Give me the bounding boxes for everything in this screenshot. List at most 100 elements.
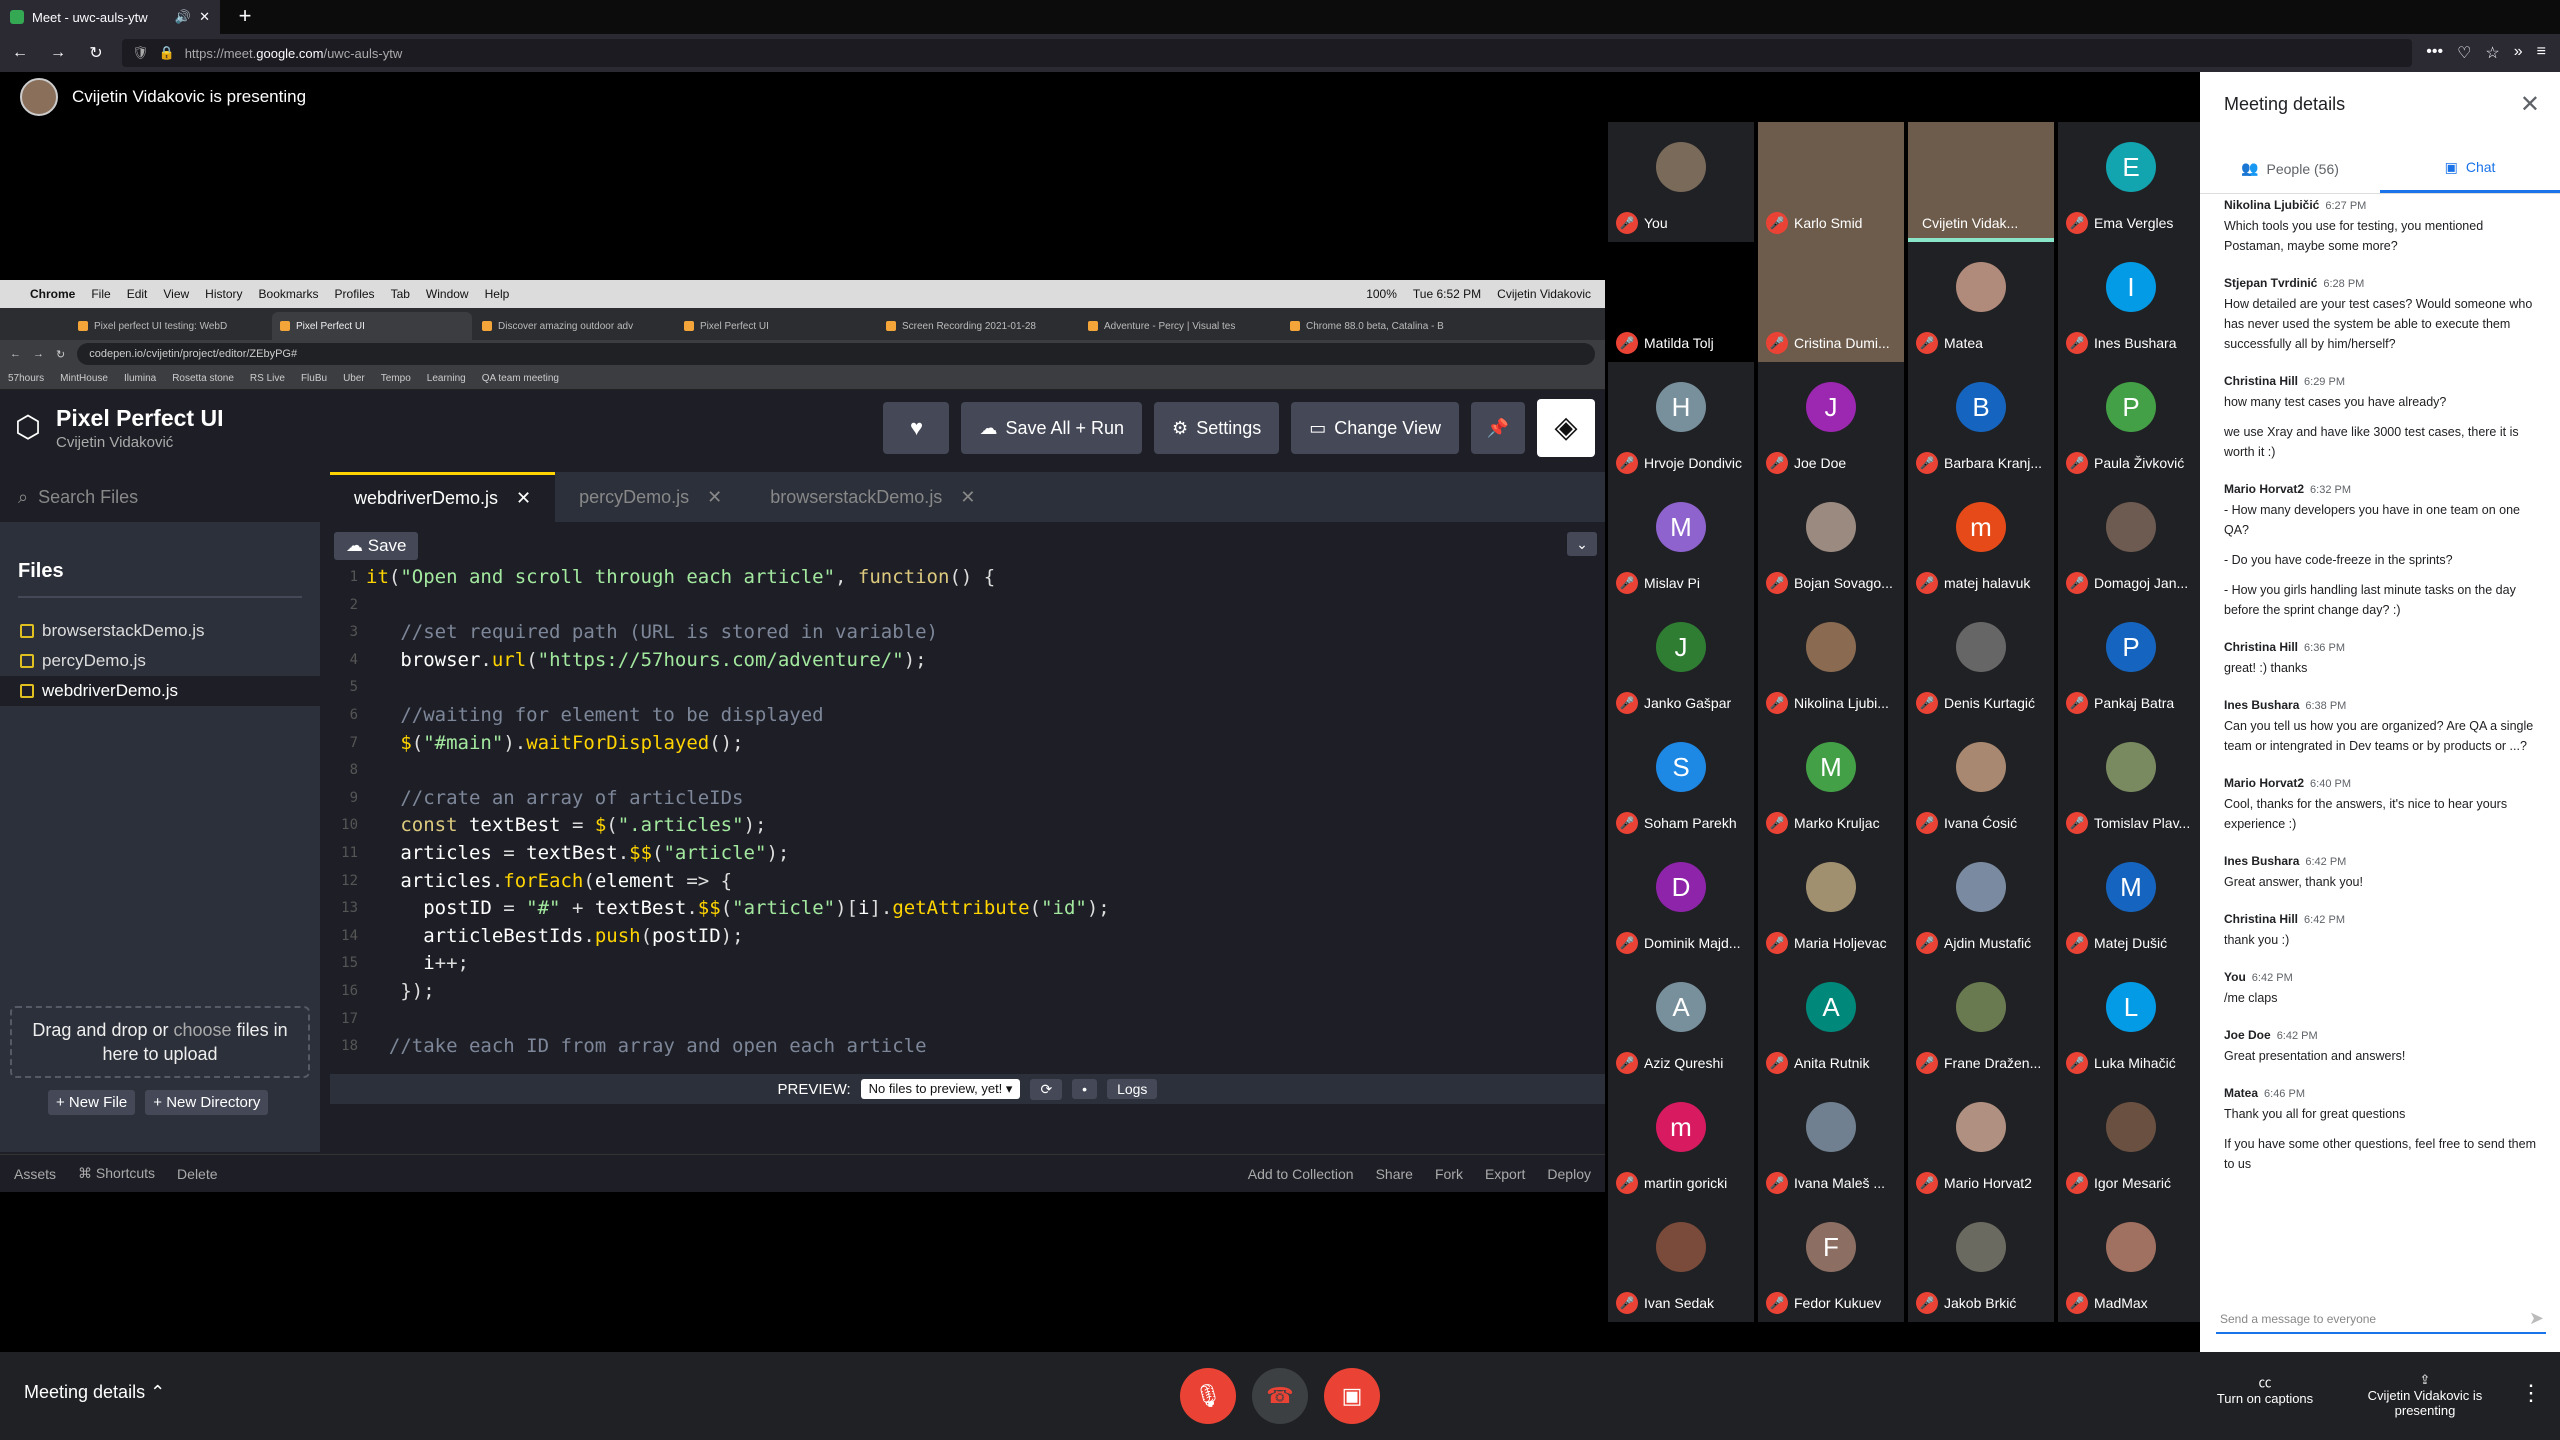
- chat-header: Christina Hill 6:36 PM: [2224, 638, 2544, 656]
- hamburger-menu-icon[interactable]: ≡: [2537, 43, 2546, 63]
- mac-menu-item: Tab: [390, 287, 410, 301]
- participant-name: Barbara Kranj...: [1944, 455, 2043, 471]
- line-number: 18: [341, 1038, 358, 1055]
- tab-chat[interactable]: ▣ Chat: [2380, 144, 2560, 193]
- code-text: articles = textBest.$$("article");: [400, 841, 790, 864]
- chat-message: Ines Bushara 6:42 PM Great answer, thank y…: [2224, 852, 2544, 892]
- participant-tile: 🎤 Frane Dražen...: [1908, 962, 2054, 1082]
- like-button: ♥: [883, 402, 950, 454]
- overflow-icon[interactable]: »: [2514, 43, 2523, 63]
- mic-toggle-button[interactable]: 🎙: [1180, 1368, 1236, 1424]
- bookmark-star-icon[interactable]: ☆: [2485, 43, 2499, 63]
- participant-tile: 🎤 Domagoj Jan...: [2058, 482, 2204, 602]
- forward-icon[interactable]: →: [46, 44, 70, 62]
- address-bar[interactable]: 🛡 🔒 https://meet.google.com/uwc-auls-ytw: [122, 39, 2413, 67]
- participant-name: Matej Dušić: [2094, 935, 2168, 951]
- mic-muted-icon: 🎤: [2066, 572, 2088, 594]
- mic-muted-icon: 🎤: [1766, 812, 1788, 834]
- participant-name: Dominik Majd...: [1644, 935, 1741, 951]
- participant-tile: J 🎤 Janko Gašpar: [1608, 602, 1754, 722]
- tab-favicon-icon: [280, 321, 290, 331]
- chat-author: Mario Horvat2: [2224, 776, 2305, 790]
- participant-grid: 🎤 You 🎤 Karlo Smid Cvijetin Vidak... E 🎤 Ema Ve…: [1608, 122, 2204, 1350]
- avatar: A: [1806, 982, 1856, 1032]
- presenter-avatar: [20, 78, 58, 116]
- participant-tile: 🎤 Nikolina Ljubi...: [1758, 602, 1904, 722]
- presenting-button[interactable]: ⇪ Cvijetin Vidakovic is presenting: [2350, 1372, 2500, 1418]
- shortcuts-link: ⌘ Shortcuts: [78, 1165, 156, 1181]
- participant-name: Cvijetin Vidak...: [1922, 215, 2019, 231]
- close-icon[interactable]: ✕: [2520, 90, 2540, 119]
- browser-tab-title: Meet - uwc-auls-ytw: [32, 9, 148, 25]
- participant-name: MadMax: [2094, 1295, 2148, 1311]
- speaker-icon[interactable]: 🔊: [175, 9, 191, 25]
- mic-muted-icon: 🎤: [1766, 332, 1788, 354]
- reload-icon[interactable]: ↻: [84, 43, 108, 63]
- editor-tabs: webdriverDemo.js ✕ percyDemo.js ✕ browsers…: [330, 472, 1605, 522]
- pocket-icon[interactable]: ♡: [2457, 43, 2471, 63]
- participant-tile: E 🎤 Ema Vergles: [2058, 122, 2204, 242]
- participant-tile: 🎤 Tomislav Plav...: [2058, 722, 2204, 842]
- chrome-back-icon: ←: [10, 348, 21, 360]
- new-tab-button[interactable]: +: [232, 4, 258, 30]
- participant-name: Joe Doe: [1794, 455, 1847, 471]
- chat-messages: Nikolina Ljubičić 6:27 PM Which tools you …: [2224, 196, 2544, 1246]
- chat-text: - How many developers you have in one te…: [2224, 503, 2521, 537]
- chrome-tab: Discover amazing outdoor adv: [474, 312, 674, 340]
- close-tab-icon[interactable]: ✕: [199, 9, 210, 25]
- search-icon: ⌕: [18, 486, 29, 507]
- participant-name: Soham Parekh: [1644, 815, 1737, 831]
- participant-name: Karlo Smid: [1794, 215, 1863, 231]
- chrome-tab-title: Pixel Perfect UI: [296, 320, 365, 332]
- participant-tile: 🎤 Matea: [1908, 242, 2054, 362]
- gear-icon: ⚙: [1172, 417, 1189, 438]
- participant-tile: 🎤 Mario Horvat2: [1908, 1082, 2054, 1202]
- send-icon[interactable]: ➤: [2529, 1308, 2544, 1329]
- project-title-block: Pixel Perfect UI Cvijetin Vidaković: [56, 405, 223, 451]
- leave-call-button[interactable]: ☎: [1252, 1368, 1308, 1424]
- chat-input[interactable]: Send a message to everyone: [2216, 1304, 2546, 1334]
- chrome-tab-title: Pixel Perfect UI: [700, 320, 769, 332]
- participant-name: Ivana Ćosić: [1944, 815, 2018, 831]
- chat-author: You: [2224, 970, 2246, 984]
- pin-icon: 📌: [1486, 417, 1510, 438]
- tab-people[interactable]: 👥 People (56): [2200, 144, 2380, 193]
- camera-off-icon: ▣: [1341, 1383, 1363, 1408]
- chat-author: Christina Hill: [2224, 912, 2299, 926]
- line-number: 7: [349, 734, 358, 751]
- clock-text: Tue 6:52 PM: [1412, 287, 1482, 301]
- back-icon[interactable]: ←: [8, 44, 32, 62]
- mac-menu-item: History: [205, 287, 243, 301]
- avatar: [1956, 1222, 2006, 1272]
- captions-button[interactable]: ㏄ Turn on captions: [2210, 1372, 2320, 1406]
- chat-time: 6:40 PM: [2310, 778, 2351, 790]
- browser-tab-meet[interactable]: Meet - uwc-auls-ytw 🔊 ✕: [0, 0, 220, 34]
- mic-muted-icon: 🎤: [2066, 1172, 2088, 1194]
- fork-link: Fork: [1434, 1165, 1463, 1182]
- participant-name: Denis Kurtagić: [1944, 695, 2036, 711]
- avatar: [1656, 142, 1706, 192]
- codepen-footer: Assets ⌘ Shortcuts Delete Add to Collect…: [0, 1154, 1605, 1192]
- meeting-details-button[interactable]: Meeting details ⌃: [24, 1382, 165, 1403]
- browser-tab-strip: Meet - uwc-auls-ytw 🔊 ✕ +: [0, 0, 2560, 34]
- chat-message: Matea 6:46 PM Thank you all for great ques…: [2224, 1084, 2544, 1174]
- code-line: 12 articles.forEach(element => {: [330, 868, 1590, 896]
- chat-time: 6:38 PM: [2305, 700, 2347, 712]
- page-actions-icon[interactable]: •••: [2426, 43, 2443, 63]
- camera-toggle-button[interactable]: ▣: [1324, 1368, 1380, 1424]
- participant-name: Domagoj Jan...: [2094, 575, 2189, 591]
- mac-menu-item: Chrome: [30, 287, 76, 301]
- mic-muted-icon: 🎤: [1916, 452, 1938, 474]
- code-text: //crate an array of articleIDs: [400, 786, 744, 809]
- more-options-icon[interactable]: ⋮: [2520, 1380, 2542, 1406]
- avatar: E: [2106, 142, 2156, 192]
- avatar: P: [2106, 382, 2156, 432]
- mic-muted-icon: 🎤: [1766, 692, 1788, 714]
- bookmark-item: 57hours: [8, 373, 45, 384]
- participant-tile: Cvijetin Vidak...: [1908, 122, 2054, 242]
- chat-text: - How you girls handling last minute tas…: [2224, 583, 2516, 617]
- participant-tile: A 🎤 Anita Rutnik: [1758, 962, 1904, 1082]
- assets-link: Assets: [14, 1165, 57, 1182]
- code-text: i++;: [423, 952, 469, 975]
- code-area: 1 it("Open and scroll through each articl…: [330, 564, 1590, 1064]
